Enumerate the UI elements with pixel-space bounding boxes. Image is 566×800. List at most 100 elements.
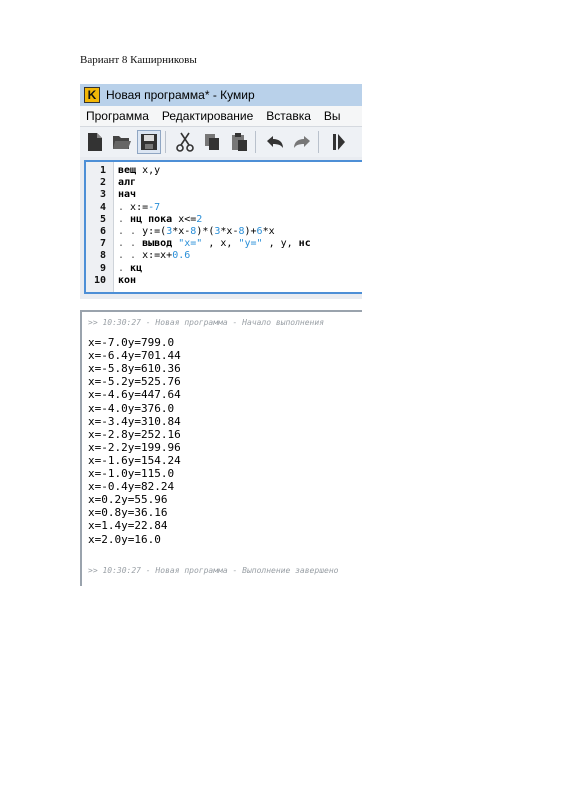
line-number: 9 (99, 262, 106, 274)
code-line[interactable]: 5. нц пока x<=2 (86, 214, 362, 226)
cut-icon[interactable] (173, 130, 197, 154)
code-editor[interactable]: 1 вещ x,y 2 алг 3 нач 4. x:=-7 5. нц пока x<=2 6… (84, 160, 362, 294)
console-output-line: x=0.8y=36.16 (88, 506, 168, 520)
console-end-message: >> 10:30:27 - Новая программа - Выполнен… (88, 566, 339, 575)
paste-icon[interactable] (227, 130, 251, 154)
code-token: )+ (244, 226, 257, 237)
code-token: 2 (196, 213, 203, 225)
console-output-line: x=1.4y=22.84 (88, 519, 168, 533)
code-token: -7 (148, 201, 161, 213)
code-text: . . x:=x+0.6 (118, 250, 190, 262)
line-number: 4 (99, 201, 106, 213)
line-number: 6 (99, 226, 106, 237)
code-line[interactable]: 1 вещ x,y (86, 165, 362, 177)
code-token: кц (130, 262, 143, 274)
console-output-line: x=-1.6y=154.24 (88, 453, 181, 467)
console-output-line: x=-5.8y=610.36 (88, 362, 181, 376)
code-token: нц пока (130, 213, 173, 225)
menu-run[interactable]: Вы (318, 109, 348, 123)
code-token: *x- (220, 226, 239, 237)
code-token: x:=x+ (142, 250, 173, 262)
line-number: 7 (99, 238, 106, 250)
line-number: 2 (99, 177, 106, 189)
code-token: вывод (142, 238, 173, 250)
toolbar-divider (318, 131, 319, 153)
undo-icon[interactable] (263, 130, 287, 154)
code-text: . кц (118, 263, 142, 275)
kumir-window: K Новая программа* - Кумир Программа Ред… (80, 84, 362, 299)
console-output-line: x=-6.4y=701.44 (88, 349, 181, 363)
line-number: 1 (99, 165, 106, 176)
line-number: 3 (99, 189, 106, 201)
console-output-line: x=-1.0y=115.0 (88, 467, 175, 480)
code-line[interactable]: 4. x:=-7 (86, 202, 362, 214)
line-number: 10 (93, 274, 106, 286)
menu-program[interactable]: Программа (80, 109, 156, 123)
code-text: . нц пока x<=2 (118, 214, 202, 226)
code-token: x:= (130, 201, 149, 213)
code-token: , y, (262, 238, 299, 250)
new-file-icon[interactable] (83, 130, 107, 154)
code-token: вещ (118, 165, 137, 176)
console-output-line: x=-2.8y=252.16 (88, 427, 181, 441)
open-folder-icon[interactable] (110, 130, 134, 154)
code-token: x,y (136, 165, 161, 176)
window-title: Новая программа* - Кумир (106, 88, 255, 102)
console-output-line: x=-7.0y=799.0 (88, 336, 175, 349)
line-number: 5 (99, 213, 106, 225)
code-line[interactable]: 8 . . x:=x+0.6 (86, 250, 362, 262)
code-token: )*( (196, 226, 215, 237)
code-line[interactable]: 3 нач (86, 189, 362, 201)
console-output-line: x=-0.4y=82.24 (88, 480, 175, 494)
code-line[interactable]: 9. кц (86, 263, 362, 275)
copy-icon[interactable] (200, 130, 224, 154)
code-token: нач (118, 189, 137, 201)
code-token: кон (118, 274, 137, 286)
console-output-line: x=-5.2y=525.76 (88, 375, 181, 389)
save-icon[interactable] (137, 130, 161, 154)
console-start-message: >> 10:30:27 - Новая программа - Начало в… (88, 318, 325, 327)
menu-edit[interactable]: Редактирование (156, 109, 260, 123)
console-output-line: x=-4.0y=376.0 (88, 401, 175, 415)
code-text: алг (118, 177, 136, 189)
code-token: . (118, 201, 131, 213)
code-token: нс (298, 238, 311, 250)
code-token: . . (118, 238, 143, 250)
code-token: , x, (202, 238, 239, 250)
code-token: "y=" (238, 238, 263, 250)
code-token: y:=( (142, 226, 167, 237)
code-text: . . вывод "x=" , x, "y=" , y, нс (118, 238, 311, 250)
code-token: x<= (172, 213, 197, 225)
code-token: *x (262, 226, 275, 237)
code-token: алг (118, 177, 137, 189)
code-token: . (118, 262, 131, 274)
toolbar (80, 127, 362, 157)
code-text: вещ x,y (118, 165, 160, 177)
output-console[interactable]: >> 10:30:27 - Новая программа - Начало в… (80, 310, 362, 586)
line-number: 8 (99, 250, 106, 262)
code-line[interactable]: 6 . . y:=(3*x-8)*(3*x-8)+6*x (86, 226, 362, 238)
menu-bar: Программа Редактирование Вставка Вы (80, 106, 362, 127)
title-bar: K Новая программа* - Кумир (80, 84, 362, 106)
code-text: кон (118, 275, 136, 287)
code-token: . . (118, 250, 143, 262)
console-output-line: x=-4.6y=447.64 (88, 388, 181, 402)
toolbar-divider (165, 131, 166, 153)
menu-insert[interactable]: Вставка (260, 109, 318, 123)
code-text: . x:=-7 (118, 202, 160, 214)
toolbar-divider (255, 131, 256, 153)
run-icon[interactable] (326, 130, 350, 154)
console-output-line: x=2.0y=16.0 (88, 532, 161, 546)
code-token: . (118, 213, 131, 225)
console-output-line: x=-3.4y=310.84 (88, 414, 181, 428)
redo-icon[interactable] (290, 130, 314, 154)
console-output-line: x=-2.2y=199.96 (88, 440, 181, 454)
kumir-logo-icon: K (84, 87, 100, 103)
code-text: . . y:=(3*x-8)*(3*x-8)+6*x (118, 226, 275, 238)
console-output-line: x=0.2y=55.96 (88, 493, 168, 507)
code-line[interactable]: 7 . . вывод "x=" , x, "y=" , y, нс (86, 238, 362, 250)
code-line[interactable]: 2 алг (86, 177, 362, 189)
code-token: 0.6 (172, 250, 191, 262)
code-token: "x=" (178, 238, 203, 250)
code-line[interactable]: 10 кон (86, 275, 362, 287)
